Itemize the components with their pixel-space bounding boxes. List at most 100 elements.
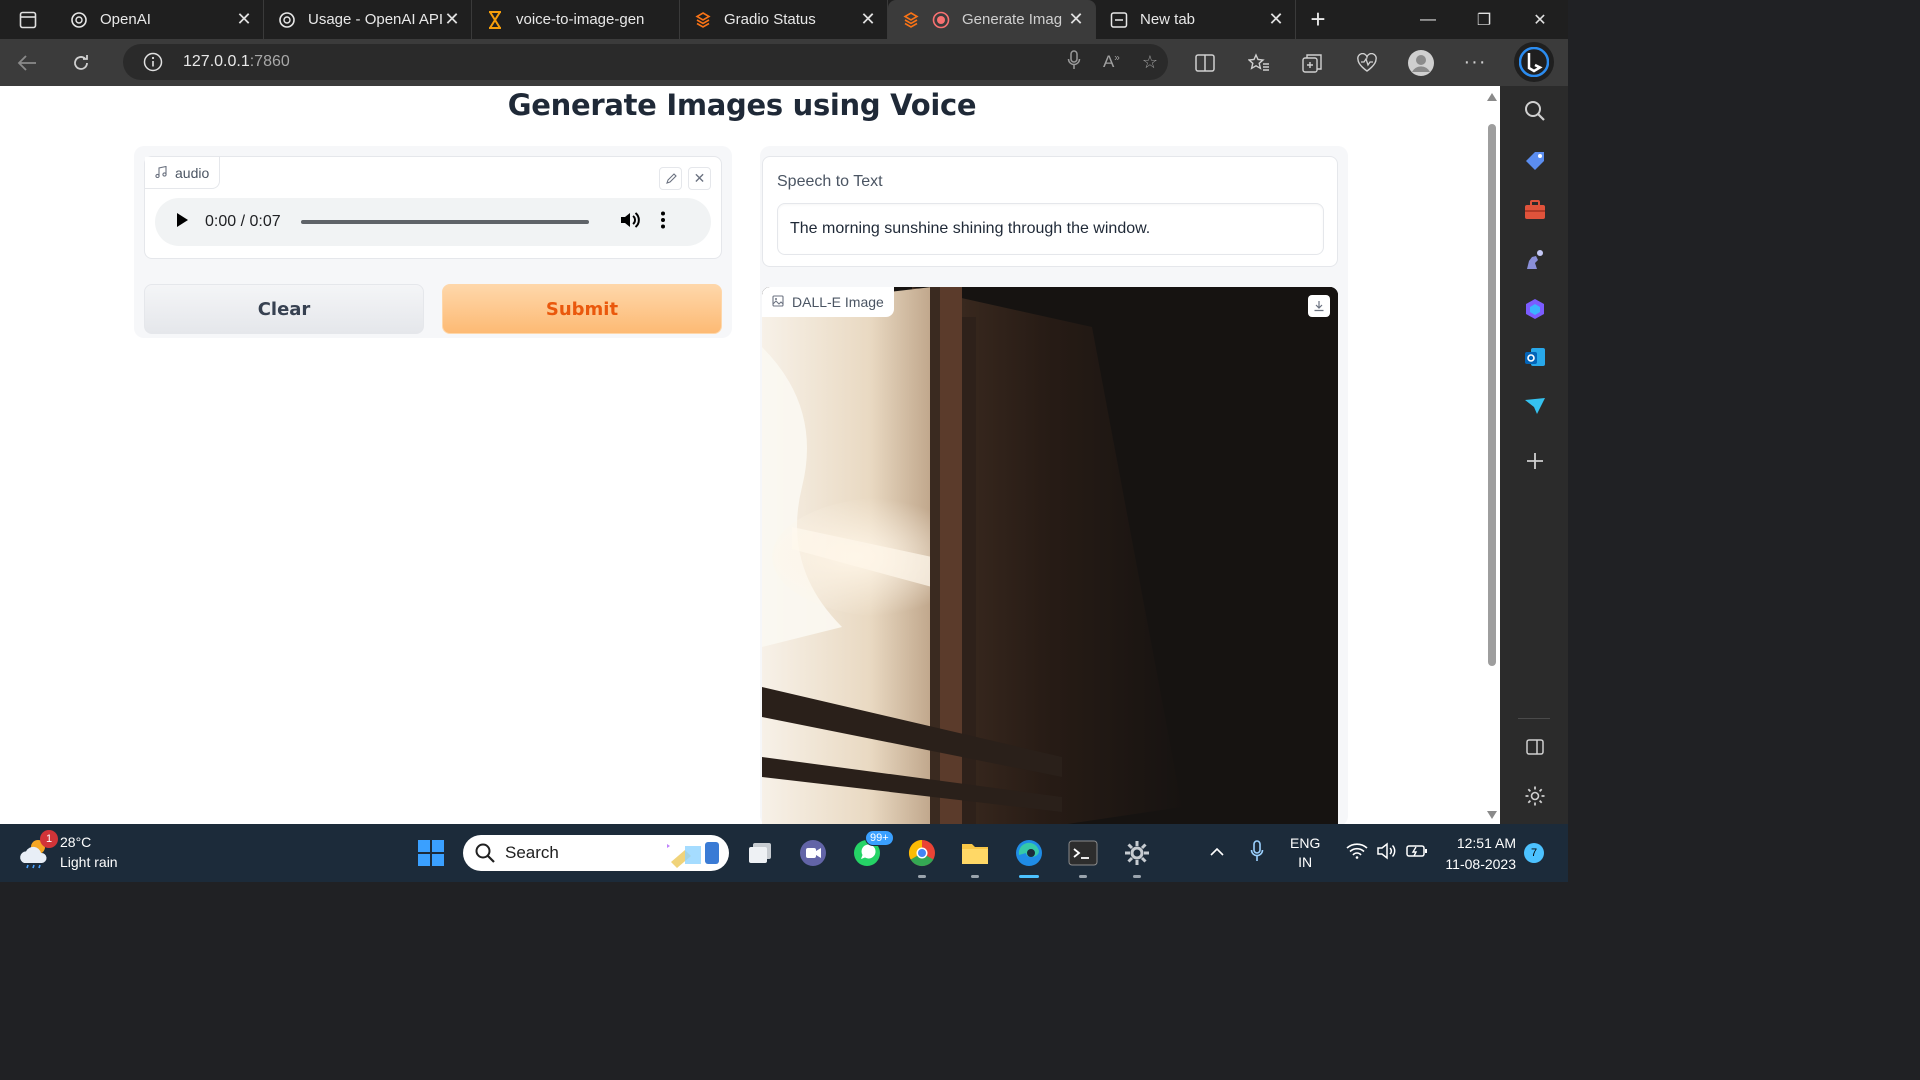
scroll-thumb[interactable]: [1488, 124, 1496, 666]
audio-label-text: audio: [175, 164, 210, 181]
refresh-icon[interactable]: [54, 39, 108, 86]
settings-gear-icon[interactable]: [1522, 783, 1548, 809]
output-panel: Speech to Text The morning sunshine shin…: [760, 146, 1348, 824]
close-icon[interactable]: ✕: [1267, 9, 1285, 30]
settings-icon[interactable]: [1120, 836, 1154, 870]
audio-time: 0:00 / 0:07: [205, 213, 281, 230]
sidebar-toggle-icon[interactable]: [1522, 734, 1548, 760]
edit-icon[interactable]: [659, 167, 682, 190]
tab-title: Usage - OpenAI API: [308, 11, 443, 28]
tab-openai[interactable]: OpenAI ✕: [56, 0, 264, 39]
games-icon[interactable]: [1522, 246, 1548, 272]
wifi-icon[interactable]: [1346, 842, 1368, 864]
copilot-icon[interactable]: [1522, 296, 1548, 322]
outlook-icon[interactable]: [1522, 344, 1548, 370]
whatsapp-badge: 99+: [865, 830, 894, 846]
play-icon[interactable]: [175, 212, 189, 233]
minimize-icon[interactable]: —: [1400, 0, 1456, 39]
tab-generate-images[interactable]: Generate Imag ✕: [888, 0, 1096, 39]
music-note-icon: [155, 165, 167, 181]
language-text: ENG: [1290, 835, 1321, 851]
microphone-icon[interactable]: [1067, 49, 1081, 75]
search-icon[interactable]: [1522, 98, 1548, 124]
battery-icon[interactable]: [1406, 843, 1428, 864]
input-panel: audio ✕ 0:00 / 0:07 Clear Submit: [134, 146, 732, 338]
tab-actions-icon[interactable]: [0, 0, 56, 39]
file-explorer-icon[interactable]: [958, 836, 992, 870]
generated-image: [762, 287, 1338, 824]
close-window-icon[interactable]: ✕: [1512, 0, 1568, 39]
weather-widget[interactable]: 1 28°C Light rain: [18, 830, 118, 872]
volume-icon[interactable]: [1376, 841, 1398, 865]
clock-date: 11-08-2023: [1445, 856, 1516, 872]
submit-button[interactable]: Submit: [442, 284, 722, 334]
explorer-running-indicator: [971, 875, 979, 878]
tab-new-tab[interactable]: New tab ✕: [1096, 0, 1296, 39]
gradio-icon: [902, 11, 920, 29]
tab-voice-to-image[interactable]: voice-to-image-gen: [472, 0, 680, 39]
shopping-tag-icon[interactable]: [1522, 148, 1548, 174]
whatsapp-icon[interactable]: 99+: [850, 830, 894, 870]
bing-copilot-icon[interactable]: [1514, 42, 1554, 82]
close-icon[interactable]: ✕: [235, 9, 253, 30]
volume-icon[interactable]: [619, 210, 641, 235]
page-content: Generate Images using Voice audio ✕ 0:00…: [0, 86, 1484, 824]
collections-icon[interactable]: [1286, 53, 1340, 73]
url-port: :7860: [249, 53, 290, 70]
gradio-icon: [694, 11, 712, 29]
restore-icon[interactable]: ❐: [1456, 0, 1512, 39]
windows-start-icon[interactable]: [414, 836, 448, 870]
clear-audio-icon[interactable]: ✕: [688, 167, 711, 190]
more-options-icon[interactable]: ···: [1448, 51, 1502, 74]
page-scrollbar[interactable]: [1484, 86, 1500, 824]
tab-usage-openai[interactable]: Usage - OpenAI API ✕: [264, 0, 472, 39]
teams-icon[interactable]: [796, 836, 830, 870]
windows-taskbar: 1 28°C Light rain Search 99+ ENG IN 12:5…: [0, 824, 1568, 882]
site-info-icon[interactable]: [123, 52, 183, 72]
clock[interactable]: 12:51 AM 11-08-2023: [1432, 833, 1516, 875]
new-tab-button[interactable]: +: [1296, 0, 1340, 39]
close-icon[interactable]: ✕: [859, 9, 877, 30]
tab-title: OpenAI: [100, 11, 151, 28]
audio-more-icon[interactable]: [660, 211, 665, 234]
back-icon[interactable]: [0, 39, 54, 86]
profile-avatar[interactable]: [1394, 49, 1448, 77]
close-icon[interactable]: ✕: [1067, 9, 1085, 30]
search-placeholder: Search: [505, 843, 559, 862]
language-indicator[interactable]: ENG IN: [1290, 834, 1320, 872]
speech-to-text-output[interactable]: The morning sunshine shining through the…: [777, 203, 1324, 255]
search-icon: [475, 843, 495, 863]
tab-gradio-status[interactable]: Gradio Status ✕: [680, 0, 888, 39]
search-highlight-icon: [667, 842, 719, 868]
read-aloud-icon[interactable]: A»: [1103, 52, 1120, 72]
audio-seek-bar[interactable]: [300, 220, 589, 224]
chrome-icon[interactable]: [905, 836, 939, 870]
openai-icon: [70, 11, 88, 29]
favorites-icon[interactable]: [1232, 52, 1286, 73]
close-icon[interactable]: ✕: [443, 9, 461, 30]
terminal-icon[interactable]: [1066, 836, 1100, 870]
openai-icon: [278, 11, 296, 29]
browser-essentials-icon[interactable]: [1340, 52, 1394, 73]
scroll-down-icon[interactable]: [1487, 811, 1497, 819]
sidebar-divider: [1518, 718, 1550, 719]
window-controls: — ❐ ✕: [1400, 0, 1568, 39]
speech-to-text-box: Speech to Text The morning sunshine shin…: [762, 156, 1338, 267]
edge-icon[interactable]: [1012, 836, 1046, 870]
url-text[interactable]: 127.0.0.1:7860: [183, 53, 290, 71]
microphone-icon[interactable]: [1250, 839, 1264, 867]
tools-icon[interactable]: [1522, 197, 1548, 223]
add-icon[interactable]: [1522, 448, 1548, 474]
download-icon[interactable]: [1308, 295, 1330, 317]
send-icon[interactable]: [1522, 393, 1548, 419]
clear-button[interactable]: Clear: [144, 284, 424, 334]
task-view-icon[interactable]: [743, 836, 777, 870]
chevron-up-icon[interactable]: [1210, 844, 1224, 862]
address-bar[interactable]: 127.0.0.1:7860 A» ☆: [123, 44, 1168, 80]
favorite-star-icon[interactable]: ☆: [1142, 52, 1158, 73]
split-screen-icon[interactable]: [1178, 53, 1232, 72]
scroll-up-icon[interactable]: [1487, 93, 1497, 101]
notification-badge[interactable]: 7: [1524, 843, 1544, 863]
browser-toolbar: 127.0.0.1:7860 A» ☆ ···: [0, 39, 1568, 86]
taskbar-search[interactable]: Search: [463, 835, 729, 871]
